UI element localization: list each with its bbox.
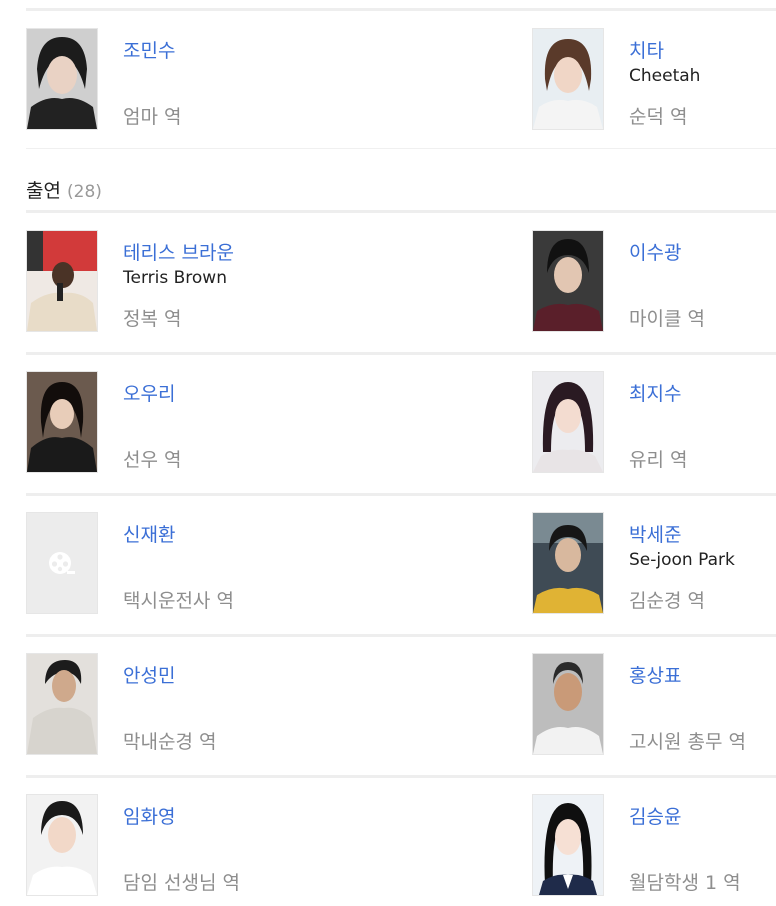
actor-role: 정복 역 xyxy=(123,308,182,330)
divider xyxy=(26,775,776,778)
actor-name[interactable]: 김승윤 xyxy=(629,802,681,829)
actor-name[interactable]: 홍상표 xyxy=(629,661,681,688)
actor-name[interactable]: 박세준 xyxy=(629,520,681,547)
cast-card[interactable]: 신재환 택시운전사 역 xyxy=(26,512,286,614)
actor-photo[interactable] xyxy=(532,28,604,130)
divider xyxy=(26,352,776,355)
actor-role: 김순경 역 xyxy=(629,590,705,612)
cast-list: 조민수 엄마 역 치타 Cheetah 순덕 역 출연 (28) 테리스 브라운… xyxy=(0,0,776,906)
cast-row: 신재환 택시운전사 역 박세준 Se-joon Park 김순경 역 xyxy=(0,512,776,614)
actor-name[interactable]: 안성민 xyxy=(123,661,175,688)
actor-photo[interactable] xyxy=(26,653,98,755)
cast-row: 안성민 막내순경 역 홍상표 고시원 총무 역 xyxy=(0,653,776,755)
actor-name[interactable]: 최지수 xyxy=(629,379,681,406)
cast-card[interactable]: 조민수 엄마 역 xyxy=(26,28,286,130)
cast-card[interactable]: 박세준 Se-joon Park 김순경 역 xyxy=(532,512,776,614)
actor-english-name: Se-joon Park xyxy=(629,550,735,570)
cast-card[interactable]: 테리스 브라운 Terris Brown 정복 역 xyxy=(26,230,286,332)
divider xyxy=(26,148,776,149)
divider xyxy=(26,210,776,213)
actor-role: 월담학생 1 역 xyxy=(629,872,741,894)
actor-photo[interactable] xyxy=(26,28,98,130)
actor-role: 막내순경 역 xyxy=(123,731,217,753)
cast-card[interactable]: 홍상표 고시원 총무 역 xyxy=(532,653,776,755)
actor-name[interactable]: 치타 xyxy=(629,36,664,63)
cast-card[interactable]: 오우리 선우 역 xyxy=(26,371,286,473)
actor-name[interactable]: 오우리 xyxy=(123,379,175,406)
actor-photo[interactable] xyxy=(532,512,604,614)
divider xyxy=(26,8,776,11)
actor-name[interactable]: 임화영 xyxy=(123,802,175,829)
actor-photo-placeholder[interactable] xyxy=(26,512,98,614)
actor-english-name: Cheetah xyxy=(629,66,701,86)
actor-role: 고시원 총무 역 xyxy=(629,731,746,753)
film-reel-icon xyxy=(27,513,97,613)
actor-role: 택시운전사 역 xyxy=(123,590,234,612)
actor-name[interactable]: 신재환 xyxy=(123,520,175,547)
cast-card[interactable]: 임화영 담임 선생님 역 xyxy=(26,794,286,896)
actor-role: 마이클 역 xyxy=(629,308,705,330)
section-label: 출연 xyxy=(26,180,61,202)
actor-role: 엄마 역 xyxy=(123,106,182,128)
divider xyxy=(26,493,776,496)
actor-name[interactable]: 테리스 브라운 xyxy=(123,238,234,265)
actor-photo[interactable] xyxy=(26,371,98,473)
section-title-cast: 출연 (28) xyxy=(26,176,102,203)
cast-row: 임화영 담임 선생님 역 김승윤 월담학생 1 역 xyxy=(0,794,776,896)
actor-photo[interactable] xyxy=(532,653,604,755)
actor-role: 유리 역 xyxy=(629,449,688,471)
section-count: (28) xyxy=(67,182,102,202)
actor-photo[interactable] xyxy=(26,794,98,896)
actor-english-name: Terris Brown xyxy=(123,268,227,288)
actor-name[interactable]: 조민수 xyxy=(123,36,175,63)
actor-name[interactable]: 이수광 xyxy=(629,238,681,265)
actor-role: 순덕 역 xyxy=(629,106,688,128)
actor-photo[interactable] xyxy=(26,230,98,332)
cast-row: 테리스 브라운 Terris Brown 정복 역 이수광 마이클 역 xyxy=(0,230,776,332)
actor-photo[interactable] xyxy=(532,230,604,332)
cast-card[interactable]: 안성민 막내순경 역 xyxy=(26,653,286,755)
cast-card[interactable]: 최지수 유리 역 xyxy=(532,371,776,473)
cast-row: 오우리 선우 역 최지수 유리 역 xyxy=(0,371,776,473)
actor-role: 담임 선생님 역 xyxy=(123,872,240,894)
cast-card[interactable]: 이수광 마이클 역 xyxy=(532,230,776,332)
cast-card[interactable]: 치타 Cheetah 순덕 역 xyxy=(532,28,776,130)
cast-row: 조민수 엄마 역 치타 Cheetah 순덕 역 xyxy=(0,28,776,130)
actor-photo[interactable] xyxy=(532,794,604,896)
actor-photo[interactable] xyxy=(532,371,604,473)
actor-role: 선우 역 xyxy=(123,449,182,471)
divider xyxy=(26,634,776,637)
cast-card[interactable]: 김승윤 월담학생 1 역 xyxy=(532,794,776,896)
